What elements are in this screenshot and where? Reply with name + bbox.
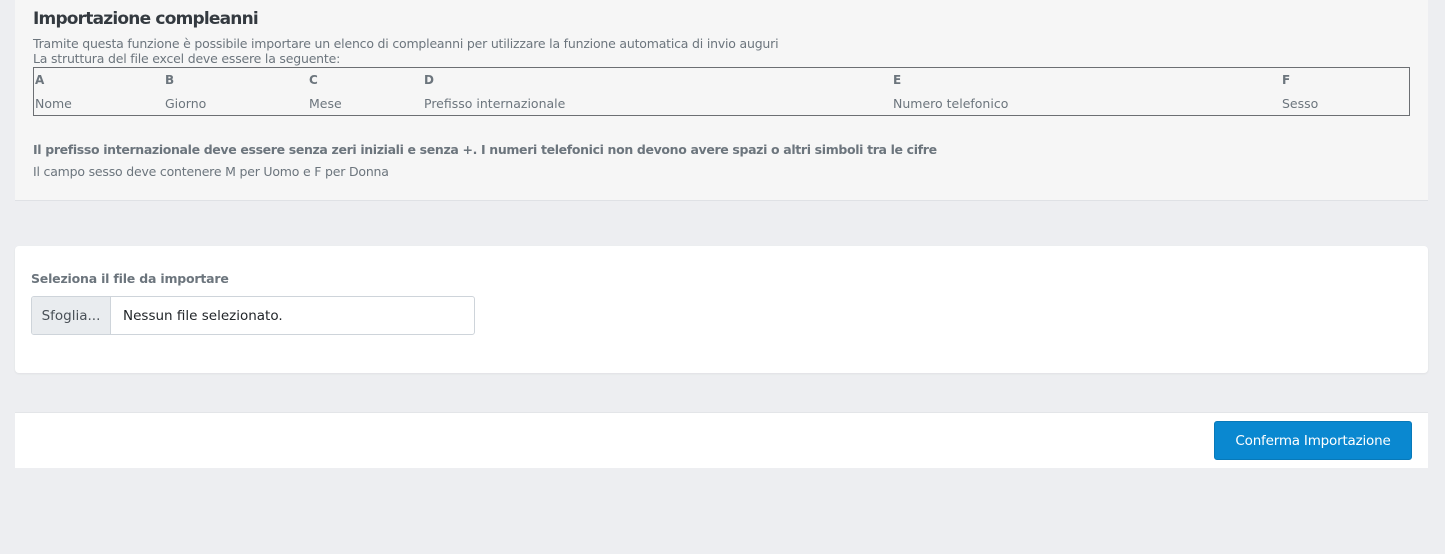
file-structure-table: A Nome B Giorno C Mese D Prefisso intern… <box>33 67 1410 116</box>
column-name: Prefisso internazionale <box>424 96 566 111</box>
column-name: Sesso <box>1282 96 1319 111</box>
page-title: Importazione compleanni <box>33 9 259 29</box>
info-description: Tramite questa funzione è possibile impo… <box>33 36 779 66</box>
file-input-label: Seleziona il file da importare <box>31 271 229 286</box>
selected-file-text: Nessun file selezionato. <box>123 307 283 324</box>
column-name: Giorno <box>165 96 207 111</box>
column-letter: C <box>309 73 318 87</box>
description-line: Tramite questa funzione è possibile impo… <box>33 36 779 51</box>
column-name: Mese <box>309 96 342 111</box>
file-input[interactable]: Sfoglia... Nessun file selezionato. <box>31 296 475 335</box>
upload-card: Seleziona il file da importare Sfoglia..… <box>15 246 1428 373</box>
column-name: Nome <box>35 96 72 111</box>
confirm-import-button[interactable]: Conferma Importazione <box>1214 421 1412 460</box>
info-panel: Importazione compleanni Tramite questa f… <box>15 0 1428 201</box>
column-letter: B <box>165 73 175 87</box>
page: Importazione compleanni Tramite questa f… <box>0 0 1445 554</box>
phone-format-note: Il prefisso internazionale deve essere s… <box>33 142 937 157</box>
column-letter: D <box>424 73 434 87</box>
description-line: La struttura del file excel deve essere … <box>33 51 341 66</box>
gender-field-note: Il campo sesso deve contenere M per Uomo… <box>33 164 389 179</box>
column-letter: F <box>1282 73 1291 87</box>
footer-actions: Conferma Importazione <box>15 412 1428 468</box>
browse-button[interactable]: Sfoglia... <box>32 297 111 334</box>
column-letter: A <box>35 73 45 87</box>
column-letter: E <box>893 73 902 87</box>
column-name: Numero telefonico <box>893 96 1009 111</box>
